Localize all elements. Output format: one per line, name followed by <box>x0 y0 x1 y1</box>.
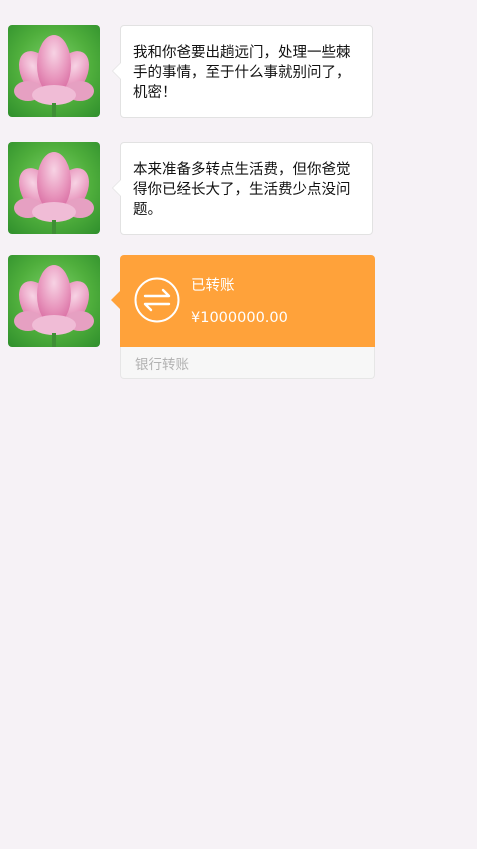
message-bubble[interactable]: 我和你爸要出趟远门，处理一些棘手的事情，至于什么事就别问了，机密！ <box>112 25 373 118</box>
transfer-status: 已转账 <box>191 278 235 294</box>
transfer-amount: ¥1000000.00 <box>191 310 288 326</box>
avatar[interactable] <box>8 25 100 117</box>
transfer-card-header: 已转账 ¥1000000.00 <box>111 255 375 347</box>
transfer-bank-label: 银行转账 <box>135 357 189 373</box>
message-bubble[interactable]: 本来准备多转点生活费，但你爸觉得你已经长大了，生活费少点没问题。 <box>112 142 373 235</box>
avatar[interactable] <box>8 142 100 234</box>
transfer-card-footer: 银行转账 <box>120 347 375 379</box>
transfer-card[interactable]: 已转账 ¥1000000.00 银行转账 <box>111 255 375 379</box>
message-text: 我和你爸要出趟远门，处理一些棘手的事情，至于什么事就别问了，机密！ <box>133 45 351 101</box>
lotus-flower-avatar-icon <box>14 152 94 234</box>
lotus-flower-avatar-icon <box>14 35 94 117</box>
avatar[interactable] <box>8 255 100 347</box>
transfer-arrows-icon <box>134 277 180 323</box>
message-text: 本来准备多转点生活费，但你爸觉得你已经长大了，生活费少点没问题。 <box>133 162 351 218</box>
lotus-flower-avatar-icon <box>14 265 94 347</box>
